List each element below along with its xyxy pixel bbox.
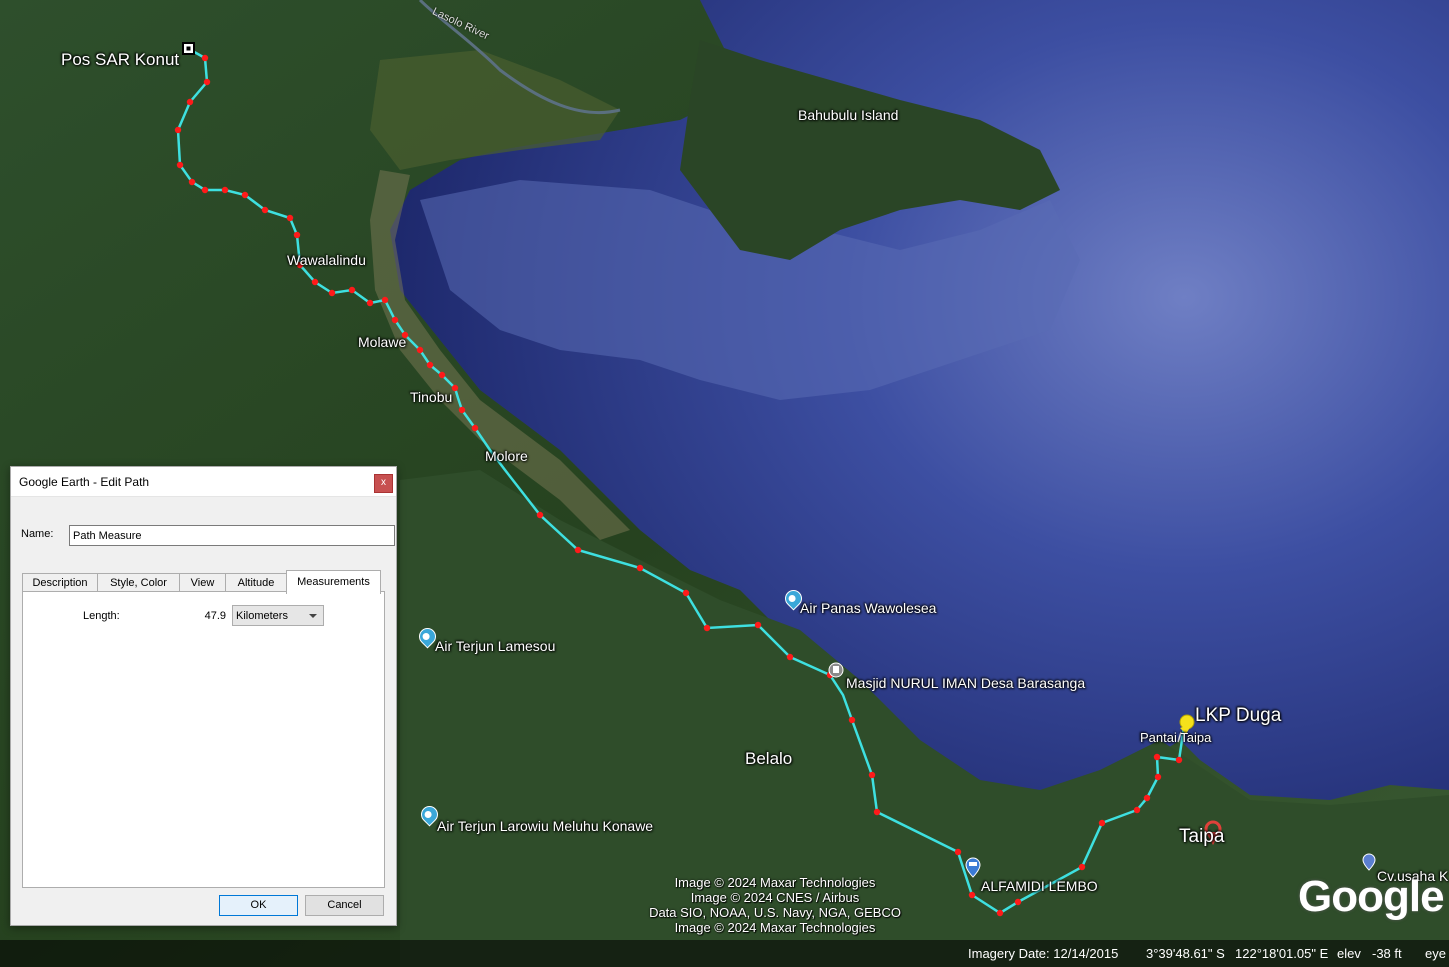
edit-path-dialog: Google Earth - Edit Path x Name: Descrip… (10, 466, 397, 926)
label-molore[interactable]: Molore (485, 448, 528, 464)
label-belalo[interactable]: Belalo (745, 749, 792, 769)
length-label: Length: (83, 610, 120, 622)
close-button[interactable]: x (374, 474, 393, 493)
tab-description[interactable]: Description (22, 573, 98, 593)
credit-line: Image © 2024 Maxar Technologies (674, 920, 876, 935)
label-taipa[interactable]: Taipa (1179, 826, 1224, 848)
eye-altitude-label: eye (1425, 946, 1446, 961)
dialog-titlebar[interactable]: Google Earth - Edit Path x (11, 467, 396, 497)
tab-altitude[interactable]: Altitude (225, 573, 287, 593)
longitude-readout: 122°18'01.05" E (1235, 946, 1329, 961)
unit-select[interactable]: Kilometers (232, 605, 324, 626)
label-pantai-taipa[interactable]: Pantai Taipa (1140, 730, 1211, 745)
elevation-label: elev (1337, 946, 1361, 961)
label-masjid-nurul-iman[interactable]: Masjid NURUL IMAN Desa Barasanga (846, 675, 1085, 691)
credit-line: Image © 2024 CNES / Airbus (690, 890, 860, 905)
latitude-readout: 3°39'48.61" S (1146, 946, 1225, 961)
name-label: Name: (21, 528, 54, 540)
credit-line: Image © 2024 Maxar Technologies (674, 875, 876, 890)
label-wawalalindu[interactable]: Wawalalindu (287, 252, 366, 268)
imagery-date: Imagery Date: 12/14/2015 (968, 946, 1119, 961)
tab-view[interactable]: View (179, 573, 226, 593)
tab-measurements[interactable]: Measurements (286, 570, 381, 594)
length-value: 47.9 (204, 610, 226, 622)
chevron-down-icon (309, 614, 317, 618)
label-alfamidi-lembo[interactable]: ALFAMIDI LEMBO (981, 878, 1098, 894)
mosque-icon[interactable] (828, 662, 844, 678)
cancel-button[interactable]: Cancel (305, 895, 384, 916)
name-input[interactable] (69, 525, 395, 546)
status-bar: Imagery Date: 12/14/2015 3°39'48.61" S 1… (0, 940, 1449, 967)
ok-button[interactable]: OK (219, 895, 298, 916)
label-molawe[interactable]: Molawe (358, 334, 406, 350)
credit-line: Data SIO, NOAA, U.S. Navy, NGA, GEBCO (649, 905, 901, 920)
label-air-panas-wawolesea[interactable]: Air Panas Wawolesea (800, 600, 936, 616)
imagery-credits: Image © 2024 Maxar Technologies Image © … (640, 875, 910, 935)
label-pos-sar-konut[interactable]: Pos SAR Konut (61, 50, 179, 70)
label-lkp-duga[interactable]: LKP Duga (1195, 705, 1281, 727)
elevation-value: -38 ft (1372, 946, 1402, 961)
label-air-terjun-larowiu[interactable]: Air Terjun Larowiu Meluhu Konawe (437, 818, 653, 834)
label-bahubulu-island[interactable]: Bahubulu Island (798, 107, 898, 123)
google-logo: Google (1298, 872, 1445, 921)
measurements-panel: Length: 47.9 Kilometers (22, 591, 385, 888)
tab-style-color[interactable]: Style, Color (97, 573, 180, 593)
label-tinobu[interactable]: Tinobu (410, 389, 452, 405)
dialog-title: Google Earth - Edit Path (19, 475, 150, 489)
unit-selected-value: Kilometers (236, 610, 288, 622)
label-air-terjun-lamesou[interactable]: Air Terjun Lamesou (435, 638, 555, 654)
